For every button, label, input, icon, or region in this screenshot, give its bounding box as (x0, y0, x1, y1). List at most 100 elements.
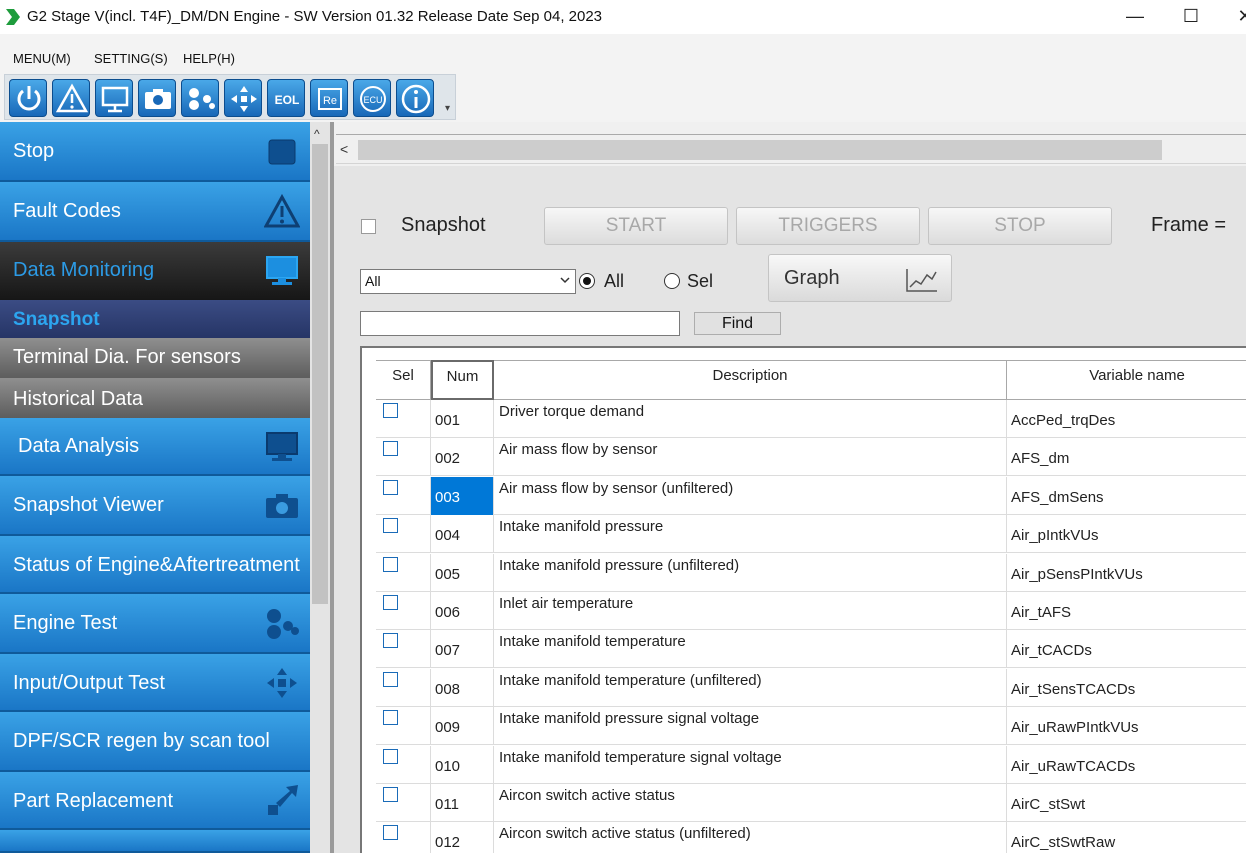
row-checkbox[interactable] (383, 825, 398, 841)
column-header-variable-name[interactable]: Variable name (1007, 361, 1246, 400)
row-checkbox[interactable] (383, 787, 398, 802)
table-row[interactable]: 010 Intake manifold temperature signal vo… (376, 745, 1246, 784)
scroll-thumb[interactable] (358, 140, 1162, 160)
row-num[interactable]: 002 (431, 438, 494, 477)
column-header-sel[interactable]: Sel (376, 361, 431, 400)
sidebar-item-data-monitoring[interactable]: Data Monitoring (0, 242, 310, 300)
row-variable-name[interactable]: Air_tSensTCACDs (1007, 669, 1246, 707)
row-description[interactable]: Intake manifold temperature signal volta… (494, 745, 1007, 784)
sidebar-item-snapshot[interactable]: Snapshot (0, 300, 310, 338)
row-variable-name[interactable]: Air_tAFS (1007, 592, 1246, 630)
maximize-button[interactable]: ☐ (1176, 4, 1206, 28)
row-checkbox[interactable] (383, 633, 398, 649)
menu-menu[interactable]: MENU(M) (13, 51, 71, 66)
sidebar-scrollbar[interactable]: ^ (310, 122, 330, 853)
row-variable-name[interactable]: AccPed_trqDes (1007, 400, 1246, 438)
row-description[interactable]: Intake manifold pressure (494, 515, 1007, 554)
table-row[interactable]: 007 Intake manifold temperature Air_tCACDs (376, 630, 1246, 669)
start-button[interactable]: START (544, 207, 728, 245)
row-description[interactable]: Inlet air temperature (494, 592, 1007, 630)
row-num[interactable]: 009 (431, 707, 494, 746)
table-row[interactable]: 002 Air mass flow by sensor AFS_dm (376, 438, 1246, 477)
stop-button[interactable]: STOP (928, 207, 1112, 245)
sidebar-item-status-engine[interactable]: Status of Engine&Aftertreatment (0, 536, 310, 594)
sidebar-item-dpf-scr-regen[interactable]: DPF/SCR regen by scan tool (0, 712, 310, 772)
power-button[interactable] (9, 79, 47, 117)
row-checkbox[interactable] (383, 556, 398, 572)
camera-button[interactable] (138, 79, 176, 117)
find-button[interactable]: Find (694, 312, 781, 335)
row-description[interactable]: Air mass flow by sensor (unfiltered) (494, 476, 1007, 515)
column-header-num[interactable]: Num (431, 360, 494, 400)
row-checkbox[interactable] (383, 479, 398, 495)
row-description[interactable]: Aircon switch active status (unfiltered) (494, 822, 1007, 853)
toolbar-overflow-icon[interactable]: ▾ (445, 103, 453, 117)
row-variable-name[interactable]: Air_uRawTCACDs (1007, 746, 1246, 784)
radio-all[interactable] (579, 273, 595, 289)
row-variable-name[interactable]: Air_pIntkVUs (1007, 515, 1246, 553)
row-variable-name[interactable]: Air_uRawPIntkVUs (1007, 707, 1246, 745)
row-checkbox[interactable] (383, 403, 398, 418)
row-description[interactable]: Air mass flow by sensor (494, 438, 1007, 477)
table-row[interactable]: 003 Air mass flow by sensor (unfiltered) A… (376, 476, 1246, 515)
monitor-button[interactable] (95, 79, 133, 117)
horizontal-scrollbar[interactable]: < (336, 134, 1246, 164)
row-description[interactable]: Aircon switch active status (494, 784, 1007, 822)
sidebar-item-io-test[interactable]: Input/Output Test (0, 654, 310, 712)
table-row[interactable]: 006 Inlet air temperature Air_tAFS (376, 592, 1246, 630)
row-checkbox[interactable] (383, 748, 398, 764)
row-description[interactable]: Intake manifold temperature (unfiltered) (494, 668, 1007, 707)
table-row[interactable]: 001 Driver torque demand AccPed_trqDes (376, 400, 1246, 438)
row-num[interactable]: 006 (431, 592, 494, 630)
scroll-up-icon[interactable]: ^ (314, 127, 320, 141)
row-description[interactable]: Intake manifold pressure (unfiltered) (494, 553, 1007, 592)
graph-button[interactable]: Graph (768, 254, 952, 302)
radio-sel[interactable] (664, 273, 680, 289)
table-row[interactable]: 005 Intake manifold pressure (unfiltered)… (376, 553, 1246, 592)
scroll-thumb[interactable] (312, 144, 328, 604)
engine-test-button[interactable] (181, 79, 219, 117)
re-button[interactable]: Re (310, 79, 348, 117)
menu-help[interactable]: HELP(H) (183, 51, 235, 66)
table-row[interactable]: 008 Intake manifold temperature (unfilter… (376, 668, 1246, 707)
row-num[interactable]: 008 (431, 668, 494, 707)
close-button[interactable]: ✕ (1230, 4, 1246, 28)
find-input[interactable] (360, 311, 680, 336)
row-checkbox[interactable] (383, 518, 398, 534)
sidebar-item-stop[interactable]: Stop (0, 122, 310, 182)
row-description[interactable]: Driver torque demand (494, 400, 1007, 438)
row-num[interactable]: 004 (431, 515, 494, 554)
info-button[interactable] (396, 79, 434, 117)
sidebar-item-terminal-dia[interactable]: Terminal Dia. For sensors (0, 338, 310, 378)
row-variable-name[interactable]: AirC_stSwt (1007, 784, 1246, 822)
triggers-button[interactable]: TRIGGERS (736, 207, 920, 245)
table-row[interactable]: 012 Aircon switch active status (unfilter… (376, 822, 1246, 853)
io-test-button[interactable] (224, 79, 262, 117)
sidebar-item-part-replacement[interactable]: Part Replacement (0, 772, 310, 830)
eol-button[interactable]: EOL (267, 79, 305, 117)
minimize-button[interactable]: — (1120, 4, 1150, 28)
sidebar-item-snapshot-viewer[interactable]: Snapshot Viewer (0, 476, 310, 536)
row-variable-name[interactable]: AFS_dmSens (1007, 477, 1246, 515)
row-description[interactable]: Intake manifold pressure signal voltage (494, 707, 1007, 746)
row-variable-name[interactable]: Air_pSensPIntkVUs (1007, 554, 1246, 592)
snapshot-checkbox[interactable] (361, 219, 376, 234)
row-checkbox[interactable] (383, 595, 398, 610)
row-num[interactable]: 001 (431, 400, 494, 438)
row-variable-name[interactable]: AFS_dm (1007, 438, 1246, 476)
row-num[interactable]: 010 (431, 745, 494, 784)
table-row[interactable]: 011 Aircon switch active status AirC_stSwt (376, 784, 1246, 822)
row-variable-name[interactable]: Air_tCACDs (1007, 630, 1246, 668)
sidebar-item-engine-test[interactable]: Engine Test (0, 594, 310, 654)
ecu-button[interactable]: ECU (353, 79, 391, 117)
warning-button[interactable] (52, 79, 90, 117)
sidebar-item-historical-data[interactable]: Historical Data (0, 378, 310, 418)
row-num[interactable]: 003 (431, 476, 494, 515)
row-num[interactable]: 011 (431, 784, 494, 822)
row-checkbox[interactable] (383, 710, 398, 726)
row-checkbox[interactable] (383, 671, 398, 687)
row-num[interactable]: 012 (431, 822, 494, 853)
row-checkbox[interactable] (383, 441, 398, 457)
table-row[interactable]: 009 Intake manifold pressure signal volta… (376, 707, 1246, 746)
row-variable-name[interactable]: AirC_stSwtRaw (1007, 822, 1246, 853)
